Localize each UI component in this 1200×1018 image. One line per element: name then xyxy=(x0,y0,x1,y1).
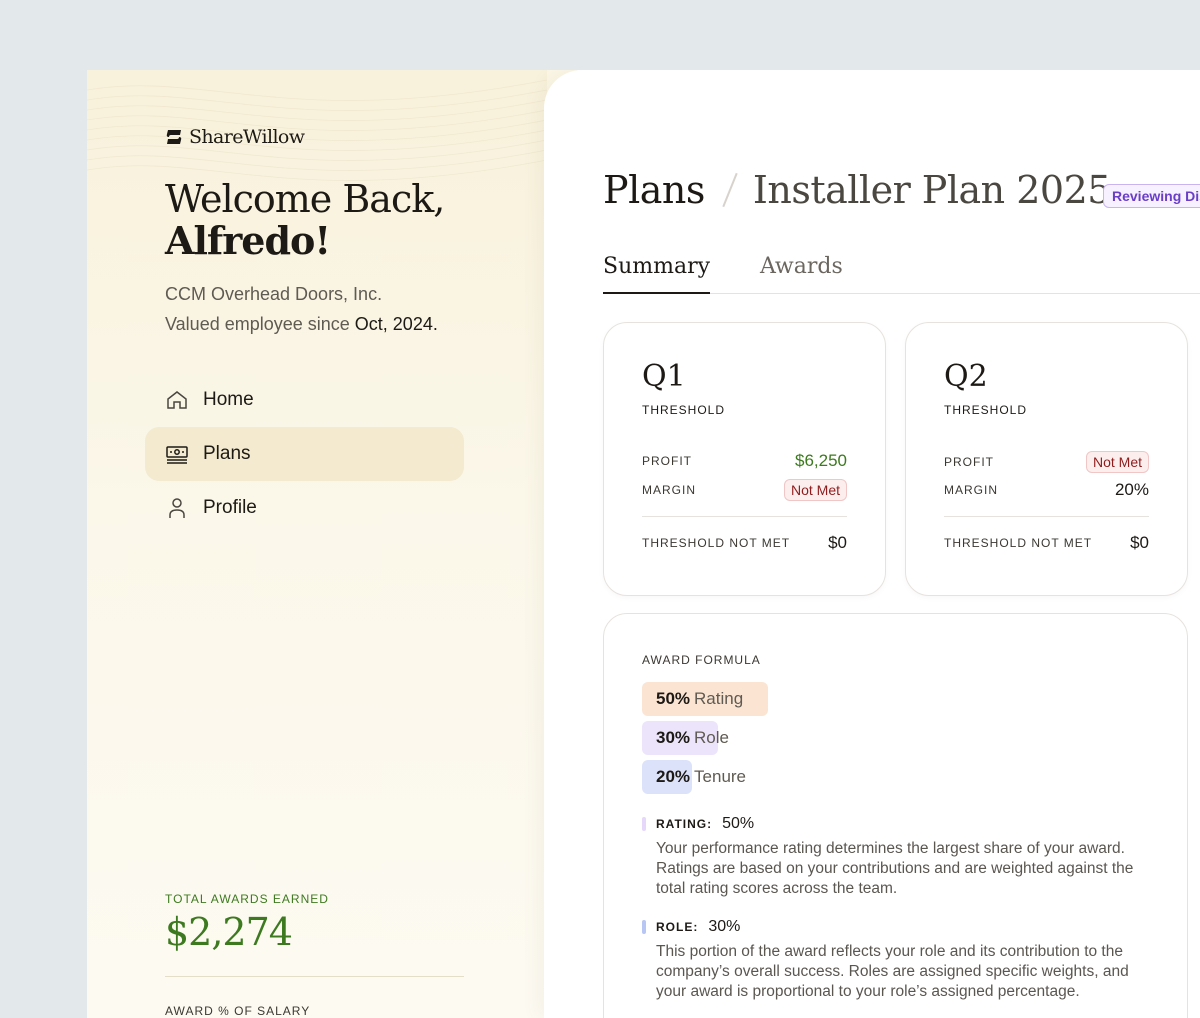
breadcrumb: Plans Installer Plan 2025 xyxy=(603,168,1111,212)
since-prefix: Valued employee since xyxy=(165,314,350,334)
sidebar-nav: Home Plans Profile xyxy=(145,373,464,535)
formula-pct: 50% xyxy=(656,689,691,708)
formula-name: Rating xyxy=(694,689,744,708)
section-description: Your performance rating determines the l… xyxy=(656,840,1134,897)
formula-section-rating: RATING: 50% Your performance rating dete… xyxy=(642,815,1142,899)
threshold-value: $0 xyxy=(1130,533,1149,552)
since-date: Oct, 2024. xyxy=(354,314,438,334)
sidebar-item-label: Profile xyxy=(203,497,257,518)
breadcrumb-separator xyxy=(722,172,738,208)
section-key: RATING: xyxy=(656,817,713,831)
page-title: Installer Plan 2025 xyxy=(752,168,1112,212)
welcome-line: Welcome Back, xyxy=(165,177,445,221)
tab-bar: Summary Awards xyxy=(603,254,1200,294)
not-met-badge: Not Met xyxy=(783,479,847,501)
award-formula-card: AWARD FORMULA 50% Rating 30% Role 20% Te… xyxy=(603,613,1188,1018)
profit-label: PROFIT xyxy=(944,455,994,469)
not-met-badge: Not Met xyxy=(1085,451,1149,473)
quarter-card-q1: Q1 THRESHOLD PROFIT $6,250 MARGIN Not Me… xyxy=(603,322,886,596)
home-icon xyxy=(167,391,187,409)
threshold-label: THRESHOLD NOT MET xyxy=(944,536,1093,550)
quarter-subtitle: THRESHOLD xyxy=(944,403,1028,417)
card-divider xyxy=(944,516,1149,517)
tab-summary[interactable]: Summary xyxy=(603,254,711,294)
section-value: 50% xyxy=(722,815,755,832)
award-formula-label: AWARD FORMULA xyxy=(642,653,761,667)
formula-name: Tenure xyxy=(694,767,747,786)
tab-awards[interactable]: Awards xyxy=(760,254,843,294)
welcome-heading: Welcome Back, Alfredo! xyxy=(165,178,525,262)
margin-label: MARGIN xyxy=(642,483,696,497)
formula-pct: 30% xyxy=(656,728,691,747)
quarter-title: Q2 xyxy=(944,359,988,394)
formula-bar-tenure: 20% Tenure xyxy=(642,760,746,794)
award-pct-label: AWARD % OF SALARY xyxy=(165,1004,311,1018)
logo-mark-icon xyxy=(166,130,182,144)
section-marker xyxy=(642,920,646,934)
sidebar-item-label: Home xyxy=(203,389,254,410)
section-value: 30% xyxy=(708,918,741,935)
section-key: ROLE: xyxy=(656,920,699,934)
profit-value: $6,250 xyxy=(795,451,847,470)
threshold-value: $0 xyxy=(828,533,847,552)
money-icon xyxy=(166,446,188,464)
section-marker xyxy=(642,817,646,831)
quarter-subtitle: THRESHOLD xyxy=(642,403,726,417)
formula-bar-role: 30% Role xyxy=(642,721,729,755)
threshold-row: THRESHOLD NOT MET $0 xyxy=(642,533,847,553)
breadcrumb-plans-link[interactable]: Plans xyxy=(603,168,705,212)
sidebar-item-profile[interactable]: Profile xyxy=(145,481,464,535)
margin-row: MARGIN Not Met xyxy=(642,479,847,501)
threshold-label: THRESHOLD NOT MET xyxy=(642,536,791,550)
app-window: ShareWillow Welcome Back, Alfredo! CCM O… xyxy=(87,70,1200,1018)
formula-bar-rating: 50% Rating xyxy=(642,682,768,716)
card-divider xyxy=(642,516,847,517)
user-icon xyxy=(169,498,185,518)
sidebar-item-home[interactable]: Home xyxy=(145,373,464,427)
margin-value: 20% xyxy=(1114,480,1149,499)
employee-since: Valued employee since Oct, 2024. xyxy=(165,314,438,335)
sidebar-item-plans[interactable]: Plans xyxy=(145,427,464,481)
quarter-card-q2: Q2 THRESHOLD PROFIT Not Met MARGIN 20% T… xyxy=(905,322,1188,596)
formula-pct: 20% xyxy=(656,767,691,786)
total-awards-label: TOTAL AWARDS EARNED xyxy=(165,892,329,906)
threshold-row: THRESHOLD NOT MET $0 xyxy=(944,533,1149,553)
profit-row: PROFIT Not Met xyxy=(944,451,1149,473)
formula-section-role: ROLE: 30% This portion of the award refl… xyxy=(642,918,1142,1002)
profit-label: PROFIT xyxy=(642,454,692,468)
sidebar: ShareWillow Welcome Back, Alfredo! CCM O… xyxy=(87,70,547,1018)
margin-row: MARGIN 20% xyxy=(944,480,1149,500)
main-panel: Plans Installer Plan 2025 Reviewing Dis … xyxy=(544,70,1200,1018)
divider xyxy=(165,976,464,977)
sidebar-item-label: Plans xyxy=(203,443,251,464)
company-name: CCM Overhead Doors, Inc. xyxy=(165,284,383,304)
formula-name: Role xyxy=(694,728,729,747)
sharewillow-logo[interactable]: ShareWillow xyxy=(165,126,305,148)
margin-label: MARGIN xyxy=(944,483,998,497)
section-description: This portion of the award reflects your … xyxy=(656,943,1129,1000)
status-badge: Reviewing Dis xyxy=(1103,184,1200,208)
profit-row: PROFIT $6,250 xyxy=(642,451,847,471)
user-name: Alfredo! xyxy=(165,218,331,263)
brand-name: ShareWillow xyxy=(189,126,305,148)
total-awards-value: $2,274 xyxy=(165,910,293,954)
quarter-title: Q1 xyxy=(642,359,686,394)
